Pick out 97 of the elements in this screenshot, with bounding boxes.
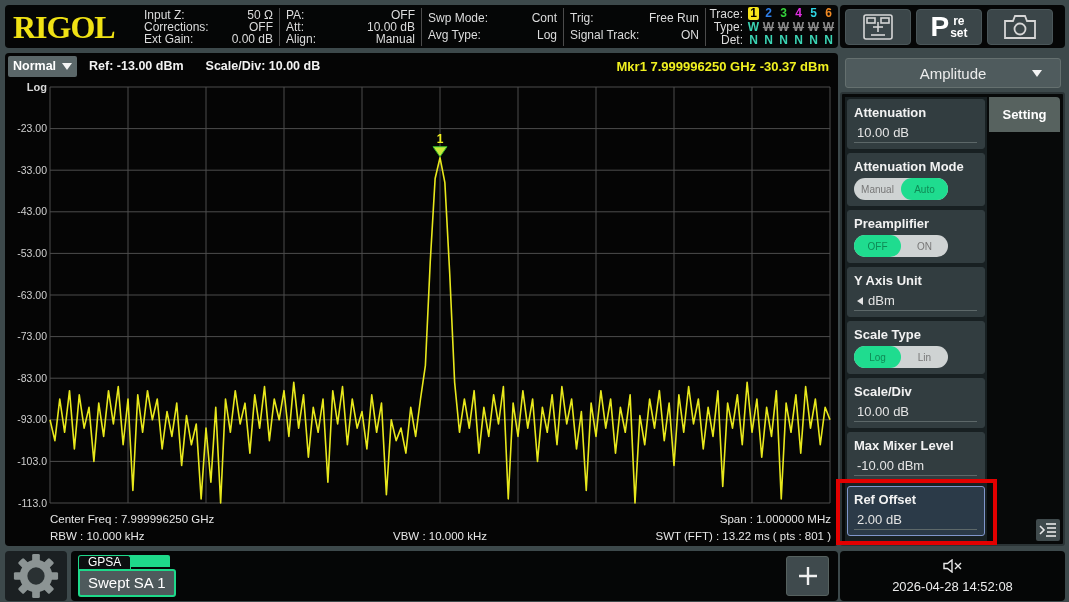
menu-item[interactable]: Y Axis Unit dBm	[847, 267, 985, 317]
ref-level-text: Ref: -13.00 dBm	[89, 59, 184, 73]
trace-detector: N	[779, 32, 788, 47]
add-button[interactable]	[786, 556, 829, 596]
menu-item[interactable]: Attenuation 10.00 dB	[847, 99, 985, 149]
input-field[interactable]: 2.00 dB	[854, 511, 977, 530]
status-label: Trig:	[570, 12, 594, 25]
axis-label: -63.00	[17, 288, 47, 301]
trace-label: Type:	[713, 19, 744, 34]
span-text: Span : 1.000000 MHz	[719, 512, 831, 526]
trace-number[interactable]: 4	[793, 7, 804, 20]
collapse-button[interactable]	[1036, 519, 1060, 541]
menu-tab[interactable]: Setting	[989, 97, 1060, 132]
status-label: Ext Gain:	[144, 32, 194, 45]
status-value: 0.00 dB	[231, 32, 273, 45]
trace-detector: N	[764, 32, 773, 47]
trace-type: W	[807, 19, 820, 34]
input-field[interactable]: -10.00 dBm	[854, 457, 977, 476]
menu-item-label: Ref Offset	[854, 492, 918, 508]
status-value: 10.00 dB	[366, 20, 415, 33]
axis-label: -93.00	[17, 413, 47, 426]
menu-item-label: Y Axis Unit	[854, 273, 923, 289]
trace-detector: N	[824, 32, 833, 47]
camera-icon	[1003, 13, 1037, 40]
status-label: Input Z:	[144, 8, 185, 21]
status-value: ON	[681, 28, 699, 41]
caret-down-icon	[62, 62, 73, 70]
menu-item-label: Attenuation	[854, 105, 928, 121]
mode-dropdown[interactable]: Normal	[8, 55, 78, 77]
trace-number[interactable]: 6	[823, 7, 834, 20]
trace-type: W	[822, 19, 835, 34]
status-value: Free Run	[648, 12, 699, 25]
axis-label: -53.00	[17, 247, 47, 260]
menu-item-label: Scale Type	[854, 327, 922, 343]
brand-logo: RIGOL	[13, 10, 116, 43]
caret-down-icon	[1032, 69, 1042, 77]
center-freq-text: Center Freq : 7.999996250 GHz	[50, 512, 215, 526]
datetime-text: 2026-04-28 14:52:08	[892, 578, 1013, 594]
trace-detector: N	[749, 32, 758, 47]
axis-title: Log	[26, 80, 47, 93]
status-value: 50 Ω	[247, 8, 273, 21]
status-value: Cont	[531, 12, 557, 25]
settings-icon	[12, 552, 60, 600]
status-value: OFF	[249, 20, 273, 33]
caret-left-icon	[857, 296, 863, 305]
input-field[interactable]: 10.00 dB	[854, 403, 977, 422]
trace-number[interactable]: 3	[778, 7, 789, 20]
trace-type: W	[777, 19, 790, 34]
speaker-muted-icon[interactable]	[942, 558, 963, 573]
axis-label: -73.00	[17, 330, 47, 343]
status-label: Swp Mode:	[428, 12, 489, 25]
axis-label: -113.0	[18, 496, 47, 509]
menu-item-label: Preamplifier	[854, 216, 931, 232]
marker-icon	[432, 146, 448, 158]
trace-number[interactable]: 5	[808, 7, 819, 20]
window-plus-icon	[863, 13, 893, 40]
status-value: Manual	[375, 32, 415, 45]
trace-label: Trace:	[709, 6, 744, 21]
scale-text: Scale/Div: 10.00 dB	[205, 59, 321, 73]
window-button[interactable]	[845, 8, 911, 45]
sweep-time-text: SWT (FFT) : 13.22 ms ( pts : 801 )	[655, 529, 831, 543]
status-label: Signal Track:	[570, 28, 640, 41]
trace-detector: N	[794, 32, 803, 47]
menu-item-label: Max Mixer Level	[854, 438, 955, 454]
status-value: OFF	[391, 8, 415, 21]
menu-item[interactable]: Scale/Div 10.00 dB	[847, 378, 985, 428]
input-field[interactable]: 10.00 dB	[854, 124, 977, 143]
marker-readout: Mkr1 7.999996250 GHz -30.37 dBm	[616, 58, 829, 74]
list-indent-icon	[1039, 523, 1057, 537]
menu-item-label: Attenuation Mode	[854, 159, 965, 175]
status-label: Align:	[286, 32, 317, 45]
status-label: PA:	[286, 8, 305, 21]
vbw-text: VBW : 10.000 kHz	[393, 529, 487, 543]
trace-number[interactable]: 1	[748, 7, 759, 20]
trace-type: W	[747, 19, 760, 34]
menu-dropdown[interactable]: Amplitude	[845, 58, 1061, 88]
select-field[interactable]: dBm	[854, 292, 977, 311]
status-label: Avg Type:	[428, 28, 481, 41]
trace-type: W	[792, 19, 805, 34]
trace-number[interactable]: 2	[763, 7, 774, 20]
trace-detector: N	[809, 32, 818, 47]
settings-button[interactable]	[5, 551, 67, 601]
axis-label: -83.00	[17, 371, 47, 384]
axis-label: -23.00	[17, 122, 47, 135]
axis-label: -43.00	[17, 205, 47, 218]
axis-label: -103.0	[17, 455, 47, 468]
axis-label: -33.00	[17, 163, 47, 176]
status-label: Att:	[286, 20, 304, 33]
menu-item-label: Scale/Div	[854, 384, 913, 400]
rbw-text: RBW : 10.000 kHz	[50, 529, 145, 543]
camera-button[interactable]	[987, 8, 1053, 45]
status-value: Log	[536, 28, 557, 41]
plus-icon	[797, 566, 818, 586]
marker-label: 1	[436, 131, 444, 146]
status-label: Corrections:	[144, 20, 209, 33]
trace-type: W	[762, 19, 775, 34]
menu-item[interactable]: Max Mixer Level -10.00 dBm	[847, 432, 985, 482]
